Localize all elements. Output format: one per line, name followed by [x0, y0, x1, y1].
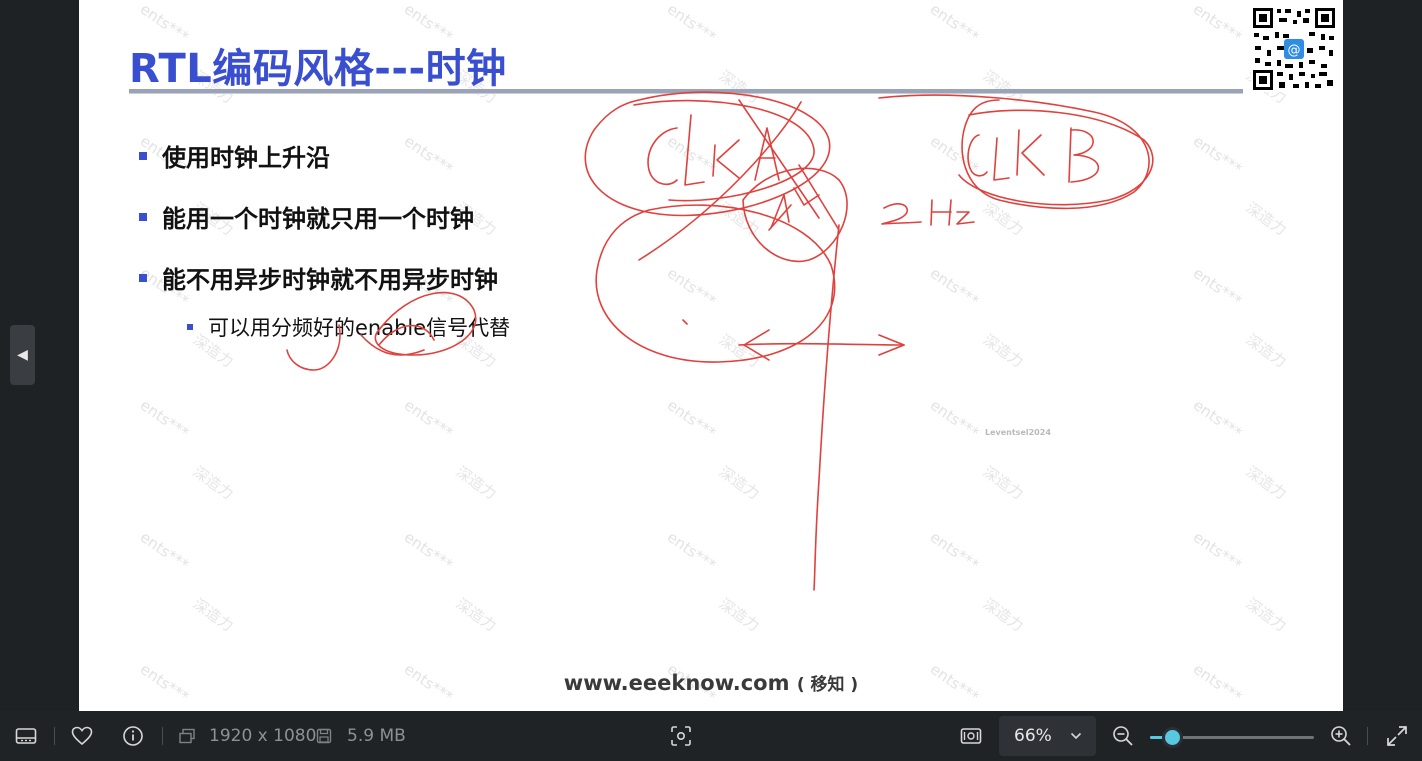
filesize-text: 5.9 MB — [347, 726, 406, 746]
toolbar-separator — [1367, 727, 1368, 745]
zoom-level-dropdown[interactable]: 66% — [999, 716, 1096, 756]
toolbar-separator — [54, 727, 55, 745]
zoom-out-icon — [1113, 726, 1133, 746]
watermark-text: ents*** — [663, 395, 720, 443]
footer-website: www.eeeknow.com ( 移知 ) — [79, 670, 1343, 695]
watermark-text: 深造力 — [1242, 594, 1290, 636]
watermark-text: ents*** — [926, 527, 983, 575]
watermark-text: 深造力 — [452, 462, 500, 504]
image-viewport: ents*** ents*** ents*** ents*** ents*** ents*… — [0, 0, 1422, 711]
zoom-slider-thumb[interactable] — [1165, 730, 1180, 745]
watermark-text: 深造力 — [715, 330, 763, 372]
favorite-button[interactable] — [66, 711, 98, 761]
watermark-text: ents*** — [136, 395, 193, 443]
watermark-text: ents*** — [1189, 131, 1246, 179]
zoom-out-button[interactable] — [1107, 711, 1139, 761]
resolution-text: 1920 x 1080 — [209, 726, 317, 746]
bullet-text: 能不用异步时钟就不用异步时钟 — [162, 266, 498, 294]
watermark-text: 深造力 — [979, 198, 1027, 240]
watermark-text: 深造力 — [715, 462, 763, 504]
toolbar-separator — [162, 727, 163, 745]
zoom-slider-track[interactable] — [1150, 730, 1314, 745]
watermark-text: 深造力 — [979, 66, 1027, 108]
bullet-text: 能用一个时钟就只用一个时钟 — [162, 205, 474, 233]
bullet-marker — [139, 273, 147, 282]
watermark-text: 深造力 — [979, 462, 1027, 504]
fullscreen-button[interactable] — [1381, 711, 1413, 761]
slide-title: RTL编码风格---时钟 — [129, 46, 507, 92]
info-button[interactable] — [117, 711, 149, 761]
actual-size-icon — [960, 728, 982, 744]
info-icon — [123, 726, 143, 746]
watermark-username: Leventsel2024 — [985, 428, 1051, 437]
watermark-text: 深造力 — [715, 594, 763, 636]
watermark-text: ents*** — [400, 395, 457, 443]
sub-bullet-marker — [187, 324, 193, 330]
expand-icon — [1387, 726, 1407, 746]
chevron-down-icon — [1070, 732, 1081, 740]
watermark-text: 深造力 — [979, 330, 1027, 372]
bullet-item: 使用时钟上升沿 — [139, 138, 330, 173]
watermark-text: 深造力 — [189, 462, 237, 504]
watermark-text: ents*** — [926, 131, 983, 179]
resolution-icon — [179, 728, 195, 744]
watermark-text: ents*** — [663, 0, 720, 47]
zoom-in-button[interactable] — [1325, 711, 1357, 761]
heart-icon — [71, 726, 93, 746]
watermark-text: ents*** — [926, 395, 983, 443]
sub-bullet-text: 可以用分频好的enable信号代替 — [208, 316, 511, 340]
bullet-marker — [139, 212, 147, 221]
svg-text:@: @ — [1288, 43, 1301, 58]
watermark-text: 深造力 — [189, 594, 237, 636]
resolution-info: 1920 x 1080 — [178, 711, 316, 761]
watermark-text: ents*** — [1189, 395, 1246, 443]
watermark-text: 深造力 — [715, 198, 763, 240]
watermark-text: 深造力 — [715, 66, 763, 108]
bullet-item: 能不用异步时钟就不用异步时钟 — [139, 260, 498, 295]
watermark-text: ents*** — [663, 131, 720, 179]
watermark-layer: ents*** ents*** ents*** ents*** ents*** ents*… — [79, 0, 1343, 711]
slide-image: ents*** ents*** ents*** ents*** ents*** ents*… — [79, 0, 1343, 711]
qr-code-icon: @ — [1251, 6, 1337, 92]
watermark-text: ents*** — [400, 131, 457, 179]
footer-url: www.eeeknow.com — [563, 671, 790, 695]
filmstrip-icon — [15, 728, 37, 744]
watermark-text: 深造力 — [1242, 330, 1290, 372]
bullet-item: 能用一个时钟就只用一个时钟 — [139, 199, 474, 234]
actual-size-button[interactable] — [955, 711, 987, 761]
zoom-in-icon — [1331, 726, 1351, 746]
watermark-text: ents*** — [136, 527, 193, 575]
filmstrip-button[interactable] — [10, 711, 42, 761]
save-disk-icon — [316, 728, 332, 744]
triangle-left-icon: ◀ — [17, 347, 28, 363]
handwritten-annotations — [286, 91, 1154, 591]
bullet-text: 使用时钟上升沿 — [162, 144, 330, 172]
watermark-text: ents*** — [663, 263, 720, 311]
title-underline — [129, 89, 1243, 94]
watermark-text: 深造力 — [1242, 462, 1290, 504]
filesize-info: 5.9 MB — [316, 711, 406, 761]
scan-icon — [671, 726, 691, 746]
watermark-text: ents*** — [1189, 527, 1246, 575]
ocr-scan-button[interactable] — [665, 711, 697, 761]
previous-image-button[interactable]: ◀ — [10, 325, 35, 385]
watermark-text: 深造力 — [979, 594, 1027, 636]
footer-brand: ( 移知 ) — [796, 675, 859, 695]
bullet-marker — [139, 151, 147, 160]
watermark-text: ents*** — [400, 527, 457, 575]
watermark-text: 深造力 — [452, 594, 500, 636]
watermark-text: 深造力 — [1242, 198, 1290, 240]
watermark-text: ents*** — [663, 527, 720, 575]
sub-bullet-item: 可以用分频好的enable信号代替 — [187, 312, 510, 342]
watermark-text: ents*** — [926, 263, 983, 311]
watermark-text: ents*** — [926, 0, 983, 47]
watermark-text: ents*** — [1189, 0, 1246, 47]
watermark-text: ents*** — [1189, 263, 1246, 311]
zoom-level-value: 66% — [1014, 726, 1052, 746]
